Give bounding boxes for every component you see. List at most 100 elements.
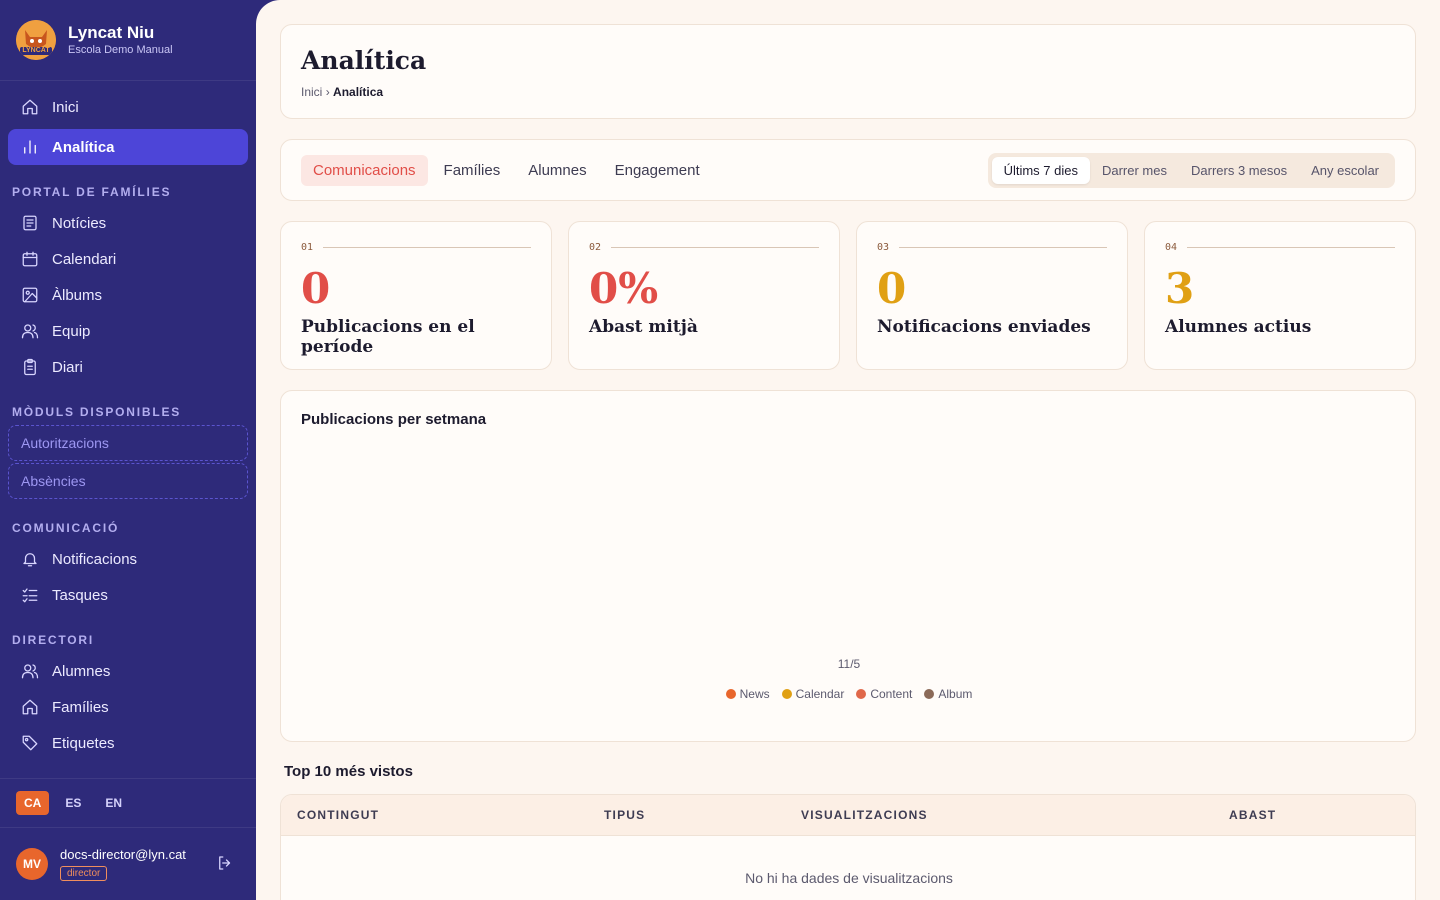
brand-subtitle: Escola Demo Manual xyxy=(68,44,173,56)
sidebar: LYNCAT Lyncat Niu Escola Demo Manual Ini… xyxy=(0,0,256,900)
main-content: Analítica Inici › Analítica Comunicacion… xyxy=(256,0,1440,900)
user-email: docs-director@lyn.cat xyxy=(60,847,186,862)
legend-label: Album xyxy=(938,687,973,701)
calendar-icon xyxy=(20,249,40,269)
period-selector: Últims 7 dies Darrer mes Darrers 3 mesos… xyxy=(987,152,1395,188)
legend-dot xyxy=(924,689,935,699)
top10-table: CONTINGUT TIPUS VISUALITZACIONS ABAST No… xyxy=(280,794,1416,900)
brand-name: Lyncat Niu xyxy=(68,23,155,42)
breadcrumb-separator: › xyxy=(325,85,330,99)
x-tick-label: 11/5 xyxy=(838,657,861,671)
column-header-reach[interactable]: ABAST xyxy=(1229,808,1276,822)
stat-index: 01 xyxy=(301,242,314,253)
logo[interactable]: LYNCAT xyxy=(16,20,56,60)
sidebar-item-tasques[interactable]: Tasques xyxy=(8,577,248,613)
section-label-modules: MÒDULS DISPONIBLES xyxy=(12,405,182,419)
divider xyxy=(611,247,819,248)
legend-dot xyxy=(856,689,867,699)
stat-label: Alumnes actius xyxy=(1165,317,1312,337)
sidebar-item-alumnes[interactable]: Alumnes xyxy=(8,653,248,689)
module-item-autoritzacions[interactable]: Autoritzacions xyxy=(8,425,248,461)
stat-card-reach: 02 0% Abast mitjà xyxy=(568,221,840,370)
period-last-7-days[interactable]: Últims 7 dies xyxy=(991,156,1090,184)
legend-item-news[interactable]: News xyxy=(725,687,770,701)
chart-legend: News Calendar Content Album xyxy=(281,687,1417,701)
legend-dot xyxy=(725,689,736,699)
bar-chart-icon xyxy=(20,137,40,157)
section-label-communication: COMUNICACIÓ xyxy=(12,521,120,535)
stat-index: 02 xyxy=(589,242,602,253)
stat-index: 03 xyxy=(877,242,890,253)
sidebar-item-etiquetes[interactable]: Etiquetes xyxy=(8,725,248,761)
legend-label: News xyxy=(739,687,770,701)
divider xyxy=(323,247,531,248)
sidebar-item-calendari[interactable]: Calendari xyxy=(8,241,248,277)
legend-item-calendar[interactable]: Calendar xyxy=(781,687,845,701)
table-header: CONTINGUT TIPUS VISUALITZACIONS ABAST xyxy=(281,795,1415,836)
sidebar-item-analitica[interactable]: Analítica xyxy=(8,129,248,165)
column-header-content[interactable]: CONTINGUT xyxy=(297,808,379,822)
sidebar-item-label: Tasques xyxy=(52,586,108,604)
users-icon xyxy=(20,321,40,341)
stat-card-publications: 01 0 Publicacions en el període xyxy=(280,221,552,370)
sidebar-item-diari[interactable]: Diari xyxy=(8,349,248,385)
sidebar-item-label: Alumnes xyxy=(52,662,111,680)
section-label-directory: DIRECTORI xyxy=(12,633,94,647)
avatar[interactable]: MV xyxy=(16,848,48,880)
lang-en-button[interactable]: EN xyxy=(97,791,130,815)
sidebar-item-noticies[interactable]: Notícies xyxy=(8,205,248,241)
breadcrumb-root[interactable]: Inici xyxy=(301,85,322,99)
user-panel: MV docs-director@lyn.cat director xyxy=(0,828,256,900)
tab-comunicacions[interactable]: Comunicacions xyxy=(301,154,428,186)
sidebar-item-families[interactable]: Famílies xyxy=(8,689,248,725)
stat-value: 3 xyxy=(1165,264,1195,313)
logout-icon xyxy=(219,856,231,870)
period-last-3-months[interactable]: Darrers 3 mesos xyxy=(1179,157,1299,184)
period-school-year[interactable]: Any escolar xyxy=(1299,157,1391,184)
chart-plot: 11/5 xyxy=(838,657,861,671)
lang-es-button[interactable]: ES xyxy=(57,791,89,815)
language-switcher: CA ES EN xyxy=(0,778,256,828)
sidebar-item-label: Notificacions xyxy=(52,550,138,568)
sidebar-item-albums[interactable]: Àlbums xyxy=(8,277,248,313)
role-badge: director xyxy=(60,866,108,881)
tab-engagement[interactable]: Engagement xyxy=(603,155,712,186)
stat-label: Abast mitjà xyxy=(589,317,698,337)
tab-families[interactable]: Famílies xyxy=(432,155,513,186)
column-header-type[interactable]: TIPUS xyxy=(604,808,645,822)
page-header: Analítica Inici › Analítica xyxy=(280,24,1416,119)
stat-label: Publicacions en el període xyxy=(301,317,475,357)
image-icon xyxy=(20,285,40,305)
stat-label: Notificacions enviades xyxy=(877,317,1091,337)
home-icon xyxy=(20,697,40,717)
module-item-absencies[interactable]: Absències xyxy=(8,463,248,499)
sidebar-item-notificacions[interactable]: Notificacions xyxy=(8,541,248,577)
legend-item-album[interactable]: Album xyxy=(924,687,972,701)
tab-alumnes[interactable]: Alumnes xyxy=(516,155,598,186)
legend-label: Calendar xyxy=(795,687,845,701)
home-icon xyxy=(20,97,40,117)
bell-icon xyxy=(20,549,40,569)
clipboard-icon xyxy=(20,357,40,377)
breadcrumb-current: Analítica xyxy=(333,85,384,99)
sidebar-item-label: Analítica xyxy=(52,138,115,156)
empty-state: No hi ha dades de visualitzacions xyxy=(745,870,953,886)
column-header-views[interactable]: VISUALITZACIONS xyxy=(801,808,928,822)
stat-card-notifications: 03 0 Notificacions enviades xyxy=(856,221,1128,370)
divider xyxy=(1187,247,1395,248)
sidebar-item-label: Diari xyxy=(52,358,83,376)
top10-title: Top 10 més vistos xyxy=(284,763,413,780)
tag-icon xyxy=(20,733,40,753)
sidebar-item-equip[interactable]: Equip xyxy=(8,313,248,349)
logo-text: LYNCAT xyxy=(22,47,50,54)
stat-value: 0 xyxy=(877,264,907,313)
sidebar-item-inici[interactable]: Inici xyxy=(8,89,248,125)
checklist-icon xyxy=(20,585,40,605)
users-icon xyxy=(20,661,40,681)
period-last-month[interactable]: Darrer mes xyxy=(1090,157,1179,184)
logout-button[interactable] xyxy=(216,854,236,874)
legend-item-content[interactable]: Content xyxy=(856,687,912,701)
breadcrumb: Inici › Analítica xyxy=(301,85,1395,99)
tabs-bar: Comunicacions Famílies Alumnes Engagemen… xyxy=(280,139,1416,201)
lang-ca-button[interactable]: CA xyxy=(16,791,50,815)
